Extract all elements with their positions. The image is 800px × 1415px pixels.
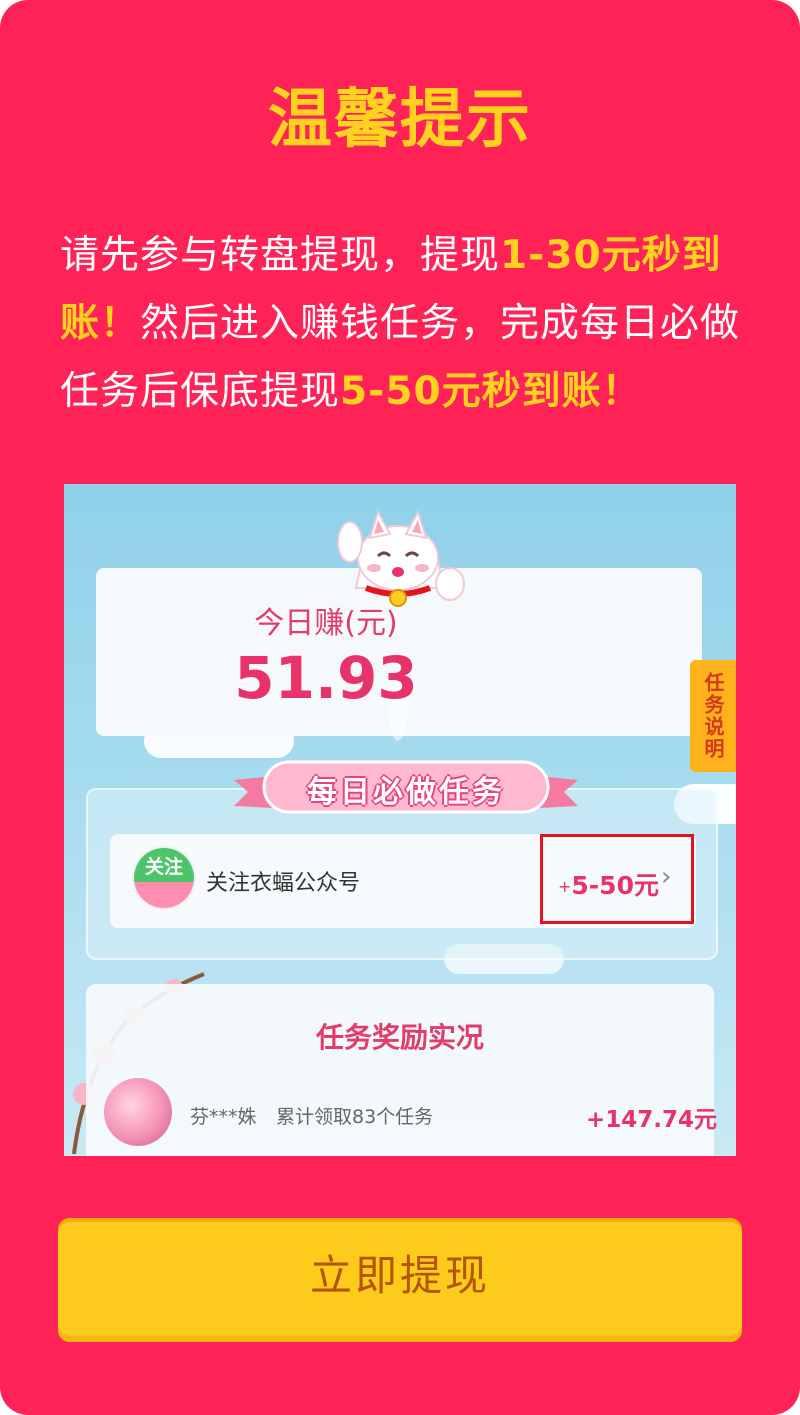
record-title: 任务奖励实况 [315,1021,484,1054]
reward-amount: 5-50元 [571,871,659,900]
record-user: 芬***姝 [190,1106,257,1128]
follow-icon-text: 关注 [144,856,183,878]
earnings-label: 今日赚(元) [254,606,398,641]
task-name: 关注衣蝠公众号 [206,871,361,896]
chevron-right-icon: › [661,862,672,892]
example-screenshot: 今日赚(元) 51.93 任务说明 每日必做任务 关注 关注衣蝠公众号 +5-5… [64,484,736,1156]
withdraw-button[interactable]: 立即提现 [58,1218,742,1342]
dialog-message: 请先参与转盘提现，提现1-30元秒到账！然后进入赚钱任务，完成每日必做任务后保底… [60,222,750,426]
message-text-1: 请先参与转盘提现，提现 [60,233,501,278]
task-info-tab[interactable]: 任务说明 [690,660,736,772]
record-amount: +147.74元 [586,1107,718,1133]
section-ribbon-text: 每日必做任务 [307,775,505,810]
tip-dialog: 温馨提示 请先参与转盘提现，提现1-30元秒到账！然后进入赚钱任务，完成每日必做… [0,0,800,1415]
avatar [104,1078,172,1146]
withdraw-button-label: 立即提现 [309,1251,490,1300]
dialog-title: 温馨提示 [268,83,532,157]
message-highlight-2: 5-50元秒到账！ [340,369,642,414]
record-description: 累计领取83个任务 [276,1106,434,1128]
task-reward: +5-50元 [558,866,659,902]
reward-plus: + [558,877,572,896]
follow-icon: 关注 [134,848,194,908]
earnings-value: 51.93 [234,644,418,712]
